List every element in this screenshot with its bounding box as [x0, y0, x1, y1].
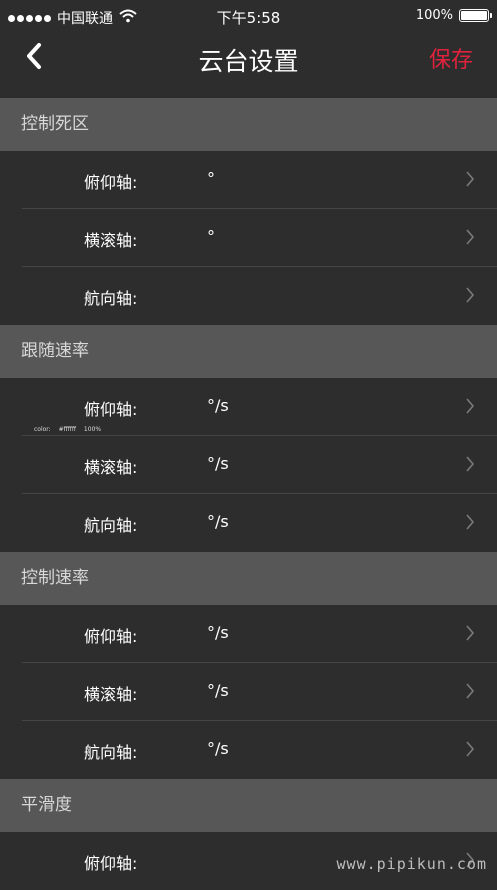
battery-percent: 100% [415, 8, 453, 23]
settings-row[interactable]: 俯仰轴: ° [0, 151, 497, 209]
row-value: °/s [207, 623, 229, 642]
section-rows: 俯仰轴: °/s 横滚轴: °/s 航向轴: °/s [0, 378, 497, 552]
status-bar: 中国联通 下午5:58 100% [0, 0, 497, 34]
chevron-right-icon [465, 398, 475, 418]
section-header: 控制速率 [0, 552, 497, 605]
section-header: 控制死区 [0, 98, 497, 151]
section-rows: 俯仰轴: ° 横滚轴: ° 航向轴: [0, 151, 497, 325]
row-label: 俯仰轴: [84, 173, 138, 192]
row-label: 航向轴: [84, 516, 138, 535]
row-value: °/s [207, 454, 229, 473]
settings-section: 控制死区俯仰轴: ° 横滚轴: ° 航向轴: [0, 98, 497, 325]
color-annotation: color: #ffffff 100% [34, 426, 102, 433]
chevron-right-icon [465, 287, 475, 307]
status-right: 100% [415, 8, 492, 23]
settings-section: 平滑度俯仰轴: [0, 779, 497, 890]
chevron-right-icon [465, 625, 475, 645]
chevron-right-icon [465, 229, 475, 249]
section-header: 平滑度 [0, 779, 497, 832]
settings-row[interactable]: 航向轴: [0, 267, 497, 325]
chevron-right-icon [465, 171, 475, 191]
row-label: 航向轴: [84, 289, 138, 308]
watermark: www.pipikun.com [336, 855, 487, 873]
settings-row[interactable]: 横滚轴: ° [0, 209, 497, 267]
row-value: ° [207, 169, 215, 188]
settings-row[interactable]: 横滚轴: °/s [0, 663, 497, 721]
settings-section: 控制速率俯仰轴: °/s 横滚轴: °/s 航向轴: °/s [0, 552, 497, 779]
section-header: 跟随速率 [0, 325, 497, 378]
row-label: 横滚轴: [84, 685, 138, 704]
chevron-right-icon [465, 683, 475, 703]
row-label: 俯仰轴: [84, 627, 138, 646]
settings-row[interactable]: 俯仰轴: °/s [0, 605, 497, 663]
settings-row[interactable]: 横滚轴: °/s [0, 436, 497, 494]
chevron-right-icon [465, 456, 475, 476]
row-value: °/s [207, 396, 229, 415]
battery-icon [459, 9, 492, 22]
nav-bar: 云台设置 保存 [0, 34, 497, 98]
row-label: 俯仰轴: [84, 854, 138, 873]
row-label: 横滚轴: [84, 458, 138, 477]
settings-row[interactable]: 航向轴: °/s [0, 721, 497, 779]
row-value: °/s [207, 739, 229, 758]
row-label: 俯仰轴: [84, 400, 138, 419]
page-title: 云台设置 [198, 47, 299, 76]
row-value: °/s [207, 512, 229, 531]
save-button[interactable]: 保存 [429, 42, 473, 74]
row-value: ° [207, 227, 215, 246]
row-value: °/s [207, 681, 229, 700]
row-label: 横滚轴: [84, 231, 138, 250]
settings-section: 跟随速率俯仰轴: °/s 横滚轴: °/s 航向轴: °/s [0, 325, 497, 552]
settings-row[interactable]: 航向轴: °/s [0, 494, 497, 552]
section-rows: 俯仰轴: °/s 横滚轴: °/s 航向轴: °/s [0, 605, 497, 779]
chevron-right-icon [465, 514, 475, 534]
row-label: 航向轴: [84, 743, 138, 762]
chevron-right-icon [465, 741, 475, 761]
settings-list: 控制死区 俯仰轴: ° 横滚轴: ° 航向轴: 跟随速率 俯仰轴: °/s 横滚轴: °/s 航向轴:… [0, 98, 497, 890]
